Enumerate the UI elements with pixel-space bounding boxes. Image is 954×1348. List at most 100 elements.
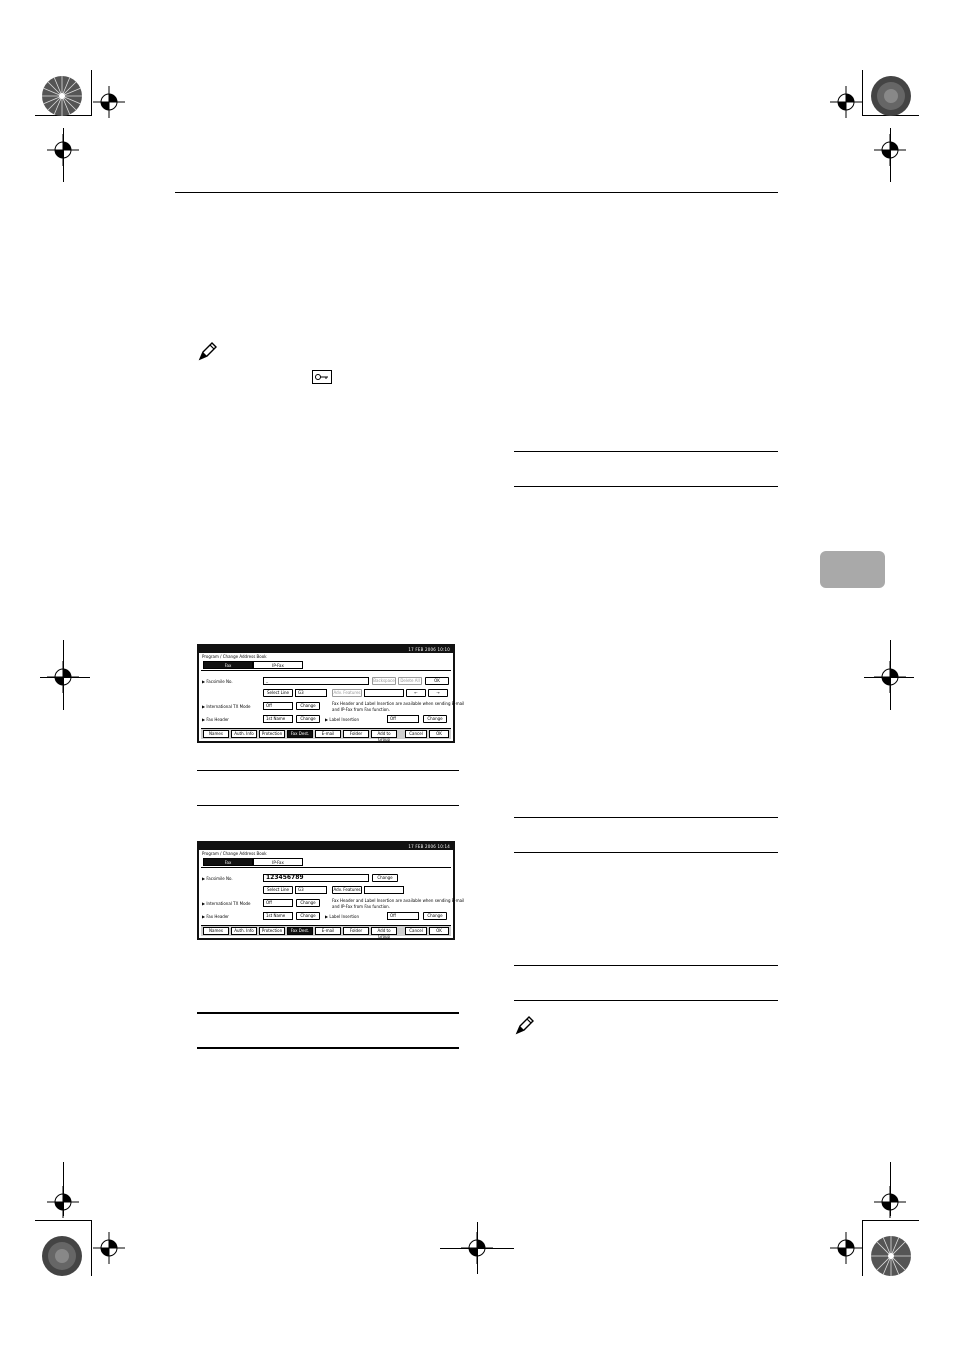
change-fax-header-button[interactable]: Change — [296, 715, 320, 723]
tab-fax[interactable]: Fax — [203, 661, 253, 669]
address-book-screen-1: 17 FEB 2006 10:10 Program / Change Addre… — [197, 644, 464, 743]
line-field: G3 — [295, 886, 327, 894]
adv-features-button[interactable]: Adv. Features — [332, 689, 362, 697]
note-icon — [198, 342, 217, 361]
section-rule — [514, 1000, 778, 1001]
registration-mark-icon — [93, 1232, 125, 1264]
label-insertion-label-text: Label Insertion — [329, 914, 359, 919]
datetime: 17 FEB 2006 10:14 — [408, 844, 450, 849]
registration-mark-icon — [830, 86, 862, 118]
datetime: 17 FEB 2006 10:10 — [408, 647, 450, 652]
adv-features-field — [364, 689, 404, 697]
intl-tx-field: Off — [263, 899, 293, 907]
cancel-button[interactable]: Cancel — [405, 927, 427, 935]
tab-add-to-group[interactable]: Add to Group — [371, 927, 397, 939]
change-label-insertion-button[interactable]: Change — [423, 715, 447, 723]
info-text-1: Fax Header and Label Insertion are avail… — [332, 898, 465, 903]
facsimile-label-text: Facsimile No. — [206, 876, 233, 881]
tab-ip-fax[interactable]: IP-Fax — [253, 661, 303, 669]
section-rule — [514, 817, 778, 818]
delete-all-button[interactable]: Delete All — [398, 677, 422, 685]
intl-tx-label-text: International TX Mode — [206, 704, 251, 709]
facsimile-label-text: Facsimile No. — [206, 679, 233, 684]
cancel-button[interactable]: Cancel — [405, 730, 427, 738]
label-insertion-field: Off — [387, 912, 419, 920]
note-icon — [515, 1016, 534, 1035]
registration-mark-icon — [874, 134, 906, 166]
facsimile-field[interactable]: _ — [263, 677, 369, 685]
fax-header-label-text: Fax Header — [206, 717, 229, 722]
change-label-insertion-button[interactable]: Change — [423, 912, 447, 920]
change-intl-tx-button[interactable]: Change — [296, 702, 320, 710]
tab-auth-info[interactable]: Auth. Info — [231, 927, 257, 935]
fax-header-label: ▶ Fax Header — [202, 914, 229, 919]
chapter-tab-marker — [820, 551, 885, 588]
tab-folder[interactable]: Folder — [343, 730, 369, 738]
tab-bar: Fax IP-Fax — [201, 857, 451, 868]
tab-protection[interactable]: Protection — [259, 927, 285, 935]
tab-auth-info[interactable]: Auth. Info — [231, 730, 257, 738]
color-wheel-icon — [871, 1236, 911, 1276]
tab-folder[interactable]: Folder — [343, 927, 369, 935]
fax-header-field: 1st Name — [263, 912, 293, 920]
tab-email[interactable]: E-mail — [315, 730, 341, 738]
tab-names[interactable]: Names — [203, 730, 229, 738]
select-line-button[interactable]: Select Line — [263, 886, 293, 894]
tab-add-to-group[interactable]: Add to Group — [371, 730, 397, 742]
status-bar: 17 FEB 2006 10:14 — [199, 843, 453, 850]
label-insertion-label-text: Label Insertion — [329, 717, 359, 722]
change-fax-header-button[interactable]: Change — [296, 912, 320, 920]
line-field: G3 — [295, 689, 327, 697]
ok-button[interactable]: OK — [429, 927, 449, 935]
backspace-button[interactable]: Backspace — [372, 677, 396, 685]
facsimile-label: ▶ Facsimile No. — [202, 679, 233, 684]
label-insertion-label: ▶ Label Insertion — [325, 914, 359, 919]
cursor-left-button[interactable]: ← — [406, 689, 426, 697]
tab-fax[interactable]: Fax — [203, 858, 253, 866]
screen-title: Program / Change Address Book — [202, 851, 267, 856]
adv-features-field — [364, 886, 404, 894]
registration-mark-icon — [47, 1186, 79, 1218]
header-rule — [175, 192, 778, 193]
select-line-button[interactable]: Select Line — [263, 689, 293, 697]
intl-tx-field: Off — [263, 702, 293, 710]
screen-title: Program / Change Address Book — [202, 654, 267, 659]
info-text-2: and IP-Fax from Fax function. — [332, 904, 390, 909]
ok-small-button[interactable]: OK — [425, 677, 449, 685]
facsimile-field[interactable]: 123456789 — [263, 874, 369, 882]
registration-mark-icon — [47, 134, 79, 166]
cursor-right-button[interactable]: → — [428, 689, 448, 697]
section-rule — [514, 486, 778, 487]
change-intl-tx-button[interactable]: Change — [296, 899, 320, 907]
fax-header-label-text: Fax Header — [206, 914, 229, 919]
change-facsimile-button[interactable]: Change — [372, 874, 398, 882]
label-insertion-label: ▶ Label Insertion — [325, 717, 359, 722]
tab-protection[interactable]: Protection — [259, 730, 285, 738]
section-rule — [514, 451, 778, 452]
section-rule — [197, 1012, 459, 1014]
intl-tx-label: ▶ International TX Mode — [202, 901, 251, 906]
section-rule — [197, 1047, 459, 1049]
tab-names[interactable]: Names — [203, 927, 229, 935]
ok-button[interactable]: OK — [429, 730, 449, 738]
registration-mark-icon — [830, 1232, 862, 1264]
tab-email[interactable]: E-mail — [315, 927, 341, 935]
adv-features-button[interactable]: Adv. Features — [332, 886, 362, 894]
section-rule — [514, 965, 778, 966]
color-wheel-icon — [42, 1236, 82, 1276]
tab-fax-dest[interactable]: Fax Dest. — [287, 730, 313, 738]
facsimile-label: ▶ Facsimile No. — [202, 876, 233, 881]
fax-header-field: 1st Name — [263, 715, 293, 723]
intl-tx-label: ▶ International TX Mode — [202, 704, 251, 709]
section-rule — [197, 770, 459, 771]
info-text-1: Fax Header and Label Insertion are avail… — [332, 701, 465, 706]
bottom-tab-bar: Names Auth. Info Protection Fax Dest. E-… — [201, 728, 451, 742]
bottom-tab-bar: Names Auth. Info Protection Fax Dest. E-… — [201, 925, 451, 939]
tab-ip-fax[interactable]: IP-Fax — [253, 858, 303, 866]
color-wheel-icon — [871, 76, 911, 116]
tab-fax-dest[interactable]: Fax Dest. — [287, 927, 313, 935]
key-icon — [312, 370, 332, 384]
color-wheel-icon — [42, 76, 82, 116]
section-rule — [197, 805, 459, 806]
address-book-screen-2: 17 FEB 2006 10:14 Program / Change Addre… — [197, 841, 464, 940]
